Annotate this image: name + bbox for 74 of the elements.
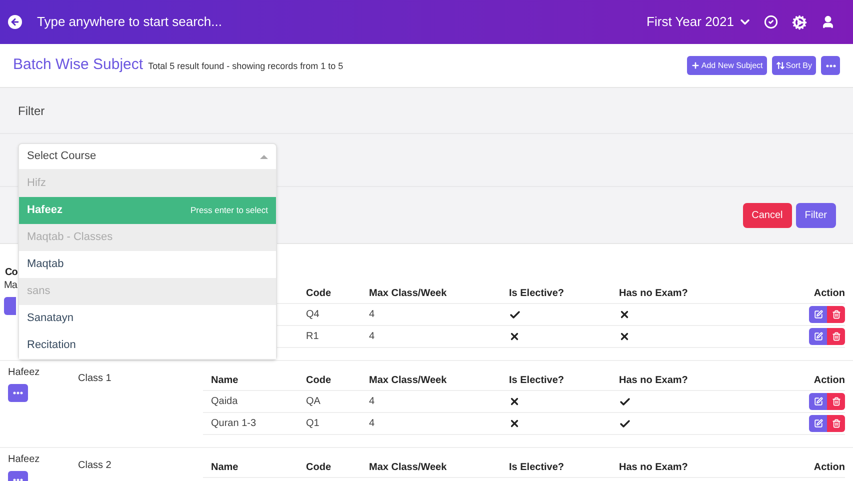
column-header: Action [814, 374, 845, 388]
table-cell-text: Q1 [306, 417, 320, 431]
user-icon[interactable] [821, 15, 835, 29]
course-search-field[interactable]: Select Course [27, 148, 260, 165]
page-title: Batch Wise Subject [13, 55, 144, 76]
trash-icon [832, 397, 840, 406]
edit-button[interactable] [809, 306, 827, 323]
column-header: Max Class/Week [369, 287, 448, 301]
filter-title: Filter [18, 102, 45, 120]
edit-icon [814, 419, 822, 428]
option-group-label: Maqtab - Classes [19, 224, 276, 251]
add-subject-button[interactable]: Add New Subject [687, 56, 767, 75]
caret-icon [260, 154, 268, 158]
delete-button[interactable] [827, 393, 845, 410]
table-cell-text: Qaida [211, 395, 239, 409]
column-header: Code [306, 461, 332, 475]
column-header: Name [211, 374, 240, 388]
column-header: Max Class/Week [369, 374, 448, 388]
course-name: Hafeez [8, 453, 40, 467]
edit-button[interactable] [809, 328, 827, 345]
column-header: Has no Exam? [619, 287, 689, 301]
back-icon[interactable] [8, 15, 22, 29]
check-circle-icon[interactable] [764, 15, 778, 29]
delete-button[interactable] [827, 306, 845, 323]
course-option[interactable]: Maqtab [19, 251, 276, 278]
year-dropdown[interactable]: First Year 2021 [646, 12, 752, 32]
column-header: Is Elective? [509, 374, 566, 388]
column-header: Name [211, 461, 240, 475]
column-header: Code [306, 374, 332, 388]
table-cell-text: 4 [369, 330, 376, 344]
column-header: Max Class/Week [369, 461, 448, 475]
table-cell-text: 4 [369, 308, 376, 322]
column-header: Is Elective? [509, 287, 566, 301]
column-header: Is Elective? [509, 461, 566, 475]
gears-icon[interactable] [792, 14, 807, 30]
course-option[interactable]: Recitation [19, 332, 276, 359]
table-cell-text: 4 [369, 395, 376, 409]
course-name: Hafeez [8, 366, 40, 380]
trash-icon [832, 332, 840, 341]
sort-button[interactable]: Sort By [772, 56, 816, 75]
search-field[interactable]: Type anywhere to start search... [37, 12, 337, 32]
course-option[interactable]: Sanatayn [19, 305, 276, 332]
class-name: Class 2 [78, 460, 112, 471]
table-cell-text: QA [306, 395, 322, 409]
edit-icon [814, 397, 822, 406]
table-cell-text: Q4 [306, 308, 320, 322]
cancel-button[interactable]: Cancel [742, 202, 792, 228]
edit-button[interactable] [809, 393, 827, 410]
edit-button[interactable] [809, 415, 827, 432]
class-name: Class 1 [78, 373, 112, 384]
column-header: Has no Exam? [619, 374, 689, 388]
result-summary: Total 5 result found - showing records from 1 to 5 [148, 60, 344, 73]
delete-button[interactable] [827, 415, 845, 432]
sort-icon [776, 61, 785, 70]
plus-icon [691, 61, 700, 70]
column-header: Code [306, 287, 332, 301]
table-cell-text: 4 [369, 417, 376, 431]
select-hint: Press enter to select [190, 204, 268, 217]
column-header: Has no Exam? [619, 461, 689, 475]
table-cell-text: Quran 1-3 [211, 417, 258, 431]
option-group-label: sans [19, 278, 276, 305]
trash-icon [832, 310, 840, 319]
option-group-label: Hifz [19, 170, 276, 197]
column-header: Action [814, 287, 845, 301]
edit-icon [814, 332, 822, 341]
edit-icon [814, 310, 822, 319]
table-cell-text: R1 [306, 330, 320, 344]
column-header: Action [814, 461, 845, 475]
delete-button[interactable] [827, 328, 845, 345]
column-heading: Co [5, 266, 18, 280]
course-select[interactable]: Select Course Hifz Hafeez Press enter to select Maqtab - Classes Maqtab sans Sanatayn Recitation [18, 143, 277, 360]
filter-button[interactable]: Filter [796, 202, 836, 228]
course-name: Ma [4, 279, 17, 293]
trash-icon [832, 419, 840, 428]
